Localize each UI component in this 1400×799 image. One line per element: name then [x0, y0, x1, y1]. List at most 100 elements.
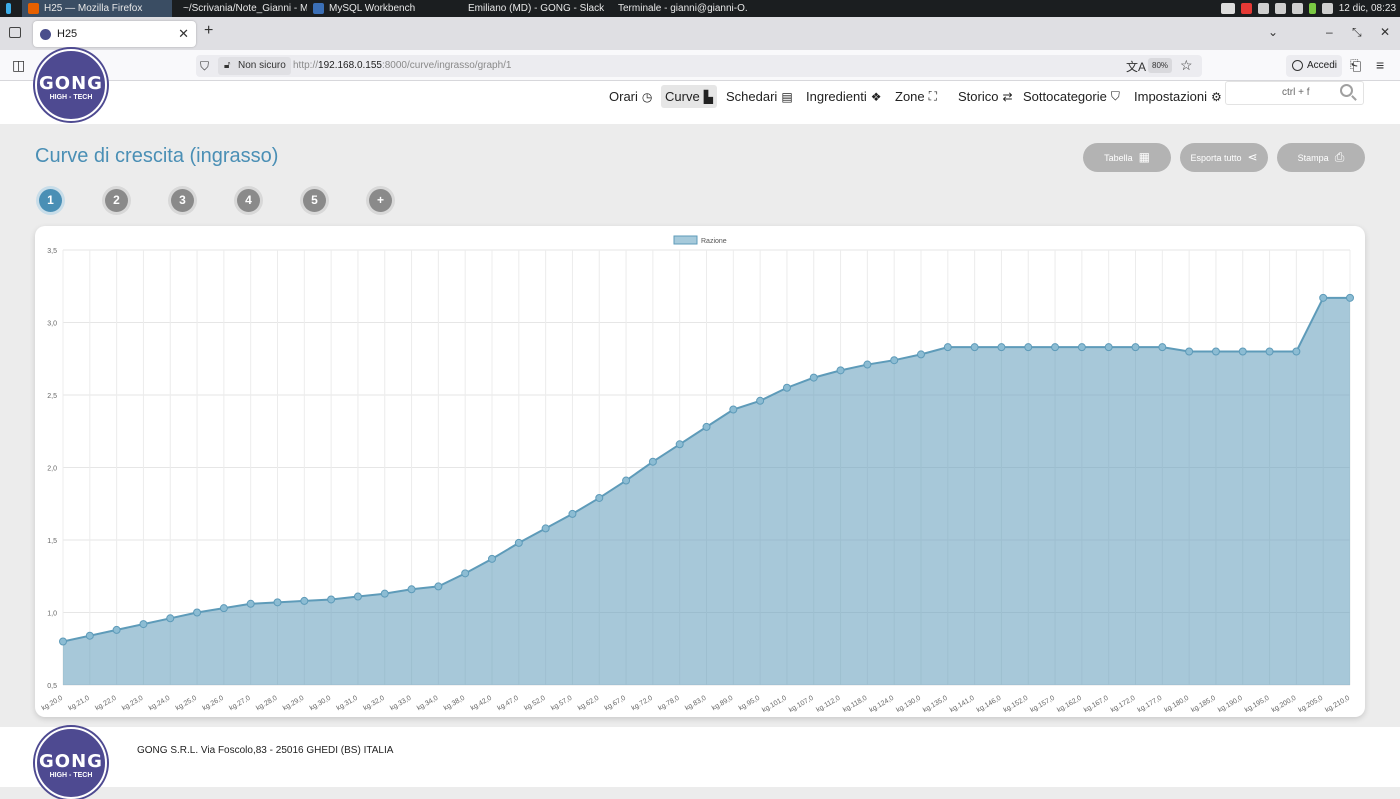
x-tick-label: kg.112,0 [815, 695, 841, 714]
x-tick-label: kg.24,0 [148, 695, 171, 713]
security-badge[interactable]: 🔓︎ Non sicuro [218, 57, 291, 75]
extensions-icon[interactable]: ⎗ [1350, 57, 1361, 74]
legend-swatch [673, 235, 698, 245]
data-point [1265, 347, 1274, 356]
taskbar-item[interactable]: MySQL Workbench [307, 0, 457, 17]
menu-item-curve[interactable]: Curve ▙ [661, 85, 717, 108]
gear-icon: ⚙ [1210, 89, 1222, 104]
x-tick-label: kg.52,0 [523, 695, 546, 713]
x-tick-label: kg.101,0 [761, 695, 788, 715]
menu-item-schedari[interactable]: Schedari ▤ [722, 85, 797, 108]
x-tick-label: kg.78,0 [657, 695, 680, 713]
logo-subtext: HIGH - TECH [49, 94, 93, 101]
shield-icon[interactable]: ⛉ [200, 59, 209, 74]
curve-page-3[interactable]: 3 [171, 189, 194, 212]
x-tick-label: kg.32,0 [362, 695, 385, 713]
x-tick-label: kg.72,0 [630, 695, 653, 713]
x-tick-label: kg.185,0 [1190, 695, 1217, 715]
taskbar-item[interactable]: ~/Scrivania/Note_Gianni - M... [172, 0, 307, 17]
search-icon[interactable] [1340, 84, 1353, 97]
data-point [648, 457, 657, 466]
sidebar-toggle-icon[interactable]: ◫ [12, 57, 25, 74]
print-icon: ⎙ [1334, 150, 1345, 164]
tabella-button[interactable]: Tabella ▦ [1083, 143, 1171, 172]
menu-item-storico[interactable]: Storico ⇄ [954, 85, 1017, 108]
data-point [1077, 343, 1086, 352]
curve-page-2[interactable]: 2 [105, 189, 128, 212]
data-point [1346, 293, 1354, 302]
signin-button[interactable]: Accedi [1286, 55, 1342, 77]
clock[interactable]: 12 dic, 08:23 [1339, 3, 1396, 14]
x-tick-label: kg.28,0 [255, 695, 278, 713]
taskbar-launcher[interactable] [0, 0, 22, 17]
x-tick-label: kg.47,0 [496, 695, 519, 713]
x-tick-label: kg.23,0 [121, 695, 144, 713]
bell-icon[interactable] [1291, 3, 1303, 14]
close-window-button[interactable]: ✕ [1380, 25, 1390, 39]
hamburger-menu-icon[interactable]: ≡ [1376, 57, 1384, 73]
x-tick-label: kg.62,0 [577, 695, 600, 713]
tab-list-icon[interactable]: ⌄ [1268, 25, 1278, 39]
taskbar-item[interactable]: Emiliano (MD) - GONG - Slack [457, 0, 607, 17]
bookmark-star-icon[interactable]: ☆ [1180, 57, 1193, 74]
cubes-icon: ❖ [870, 89, 882, 104]
url-prefix: http:// [293, 60, 319, 71]
data-point [327, 595, 336, 604]
taskbar-item-label: Emiliano (MD) - GONG - Slack [468, 3, 605, 14]
x-tick-label: kg.152,0 [1002, 695, 1029, 715]
add-curve-button[interactable]: + [369, 189, 392, 212]
menu-item-impostazioni[interactable]: Impostazioni ⚙ [1130, 85, 1226, 108]
curve-page-1[interactable]: 1 [39, 189, 62, 212]
y-tick-label: 2,5 [47, 393, 57, 400]
esporta-tutto-button[interactable]: Esporta tutto ⋖ [1180, 143, 1268, 172]
volume-icon[interactable] [1321, 3, 1333, 14]
browser-tab-active[interactable]: H25 ✕ [33, 21, 196, 47]
network-icon[interactable] [1274, 3, 1286, 14]
menu-item-zone[interactable]: Zone ⛶ [891, 85, 941, 108]
anydesk-icon[interactable] [1240, 3, 1252, 14]
slack-tray-icon[interactable] [1257, 3, 1269, 14]
y-tick-label: 3,5 [47, 248, 57, 255]
data-point [1292, 347, 1301, 356]
data-point [166, 614, 175, 623]
data-point [1185, 347, 1194, 356]
taskbar-item-label: Terminale - gianni@gianni-O... [618, 3, 747, 14]
menu-item-label: Impostazioni [1134, 89, 1207, 104]
taskbar-item-label: ~/Scrivania/Note_Gianni - M... [183, 3, 307, 14]
y-tick-label: 1,5 [47, 538, 57, 545]
minimize-button[interactable]: – [1326, 25, 1333, 39]
clock-icon: ◷ [641, 89, 653, 104]
tab-title: H25 [57, 28, 78, 40]
menu-item-ingredienti[interactable]: Ingredienti ❖ [802, 85, 885, 108]
system-tray: 12 dic, 08:23 [1220, 0, 1396, 17]
data-point [59, 637, 67, 646]
data-point [809, 373, 818, 382]
menu-item-sottocategorie[interactable]: Sottocategorie ⛉ [1019, 85, 1124, 108]
x-tick-label: kg.157,0 [1029, 695, 1056, 715]
x-tick-label: kg.141,0 [949, 695, 976, 715]
search-input[interactable]: ctrl + f [1225, 81, 1364, 105]
curve-page-5[interactable]: 5 [303, 189, 326, 212]
signin-label: Accedi [1307, 60, 1338, 71]
company-logo[interactable]: GONG HIGH - TECH [35, 49, 107, 121]
tab-close-icon[interactable]: ✕ [178, 26, 189, 42]
battery-icon[interactable] [1308, 3, 1316, 14]
data-point [488, 554, 496, 563]
menu-item-orari[interactable]: Orari ◷ [605, 85, 656, 108]
restore-button[interactable]: ⤡ [1352, 25, 1362, 40]
curve-page-4[interactable]: 4 [237, 189, 260, 212]
action-label: Tabella [1104, 153, 1133, 163]
growth-chart: 0,5 1,0 1,5 2,0 2,5 3,0 3,5 kg.20,0 kg.21,0 kg.22… [41, 235, 1354, 715]
translate-icon[interactable]: 文A [1126, 58, 1146, 75]
vnc-icon[interactable] [1220, 3, 1235, 14]
taskbar-item[interactable]: Terminale - gianni@gianni-O... [607, 0, 747, 17]
url-text[interactable]: http://192.168.0.155:8000/curve/ingrasso… [293, 60, 512, 71]
taskbar-item[interactable]: H25 — Mozilla Firefox [22, 0, 172, 17]
new-tab-button[interactable]: + [204, 22, 213, 40]
stampa-button[interactable]: Stampa ⎙ [1277, 143, 1365, 172]
data-point [782, 383, 791, 392]
tab-overview-icon[interactable] [9, 27, 21, 38]
data-point [353, 592, 362, 601]
table-icon: ▦ [1138, 150, 1150, 164]
zoom-level[interactable]: 80% [1148, 58, 1173, 73]
